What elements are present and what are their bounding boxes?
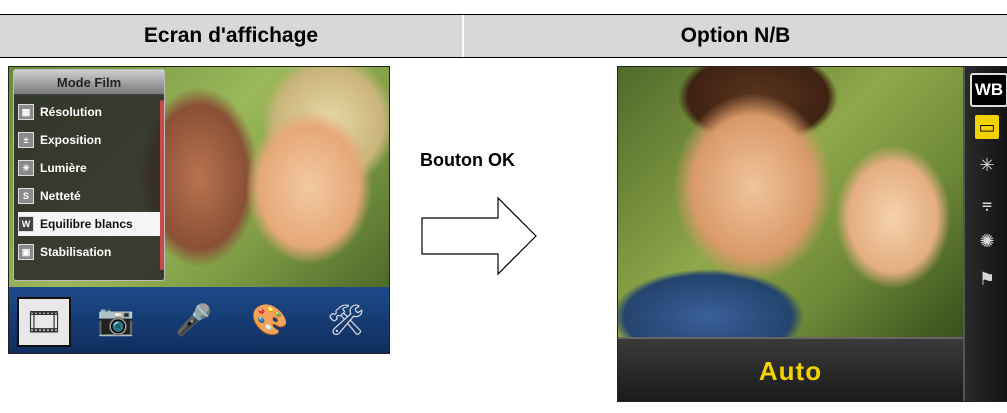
camera-mode-icon[interactable]: 📷 (91, 297, 141, 343)
menu-item-label: Résolution (40, 105, 102, 119)
menu-item-sharpness[interactable]: S Netteté (18, 184, 160, 208)
fluorescent-icon[interactable]: ⩦ (975, 191, 999, 215)
menu-item-label: Stabilisation (40, 245, 112, 259)
sharpness-icon: S (18, 188, 34, 204)
cloudy-icon[interactable]: ⚑ (975, 267, 999, 291)
wb-badge: WB (970, 73, 1007, 107)
menu-item-white-balance[interactable]: W Equilibre blancs (18, 212, 160, 236)
menu-item-label: Netteté (40, 189, 81, 203)
right-arrow-icon (421, 196, 537, 276)
header-right-cell: Option N/B (464, 15, 1007, 57)
auto-wb-icon[interactable]: ▭ (975, 115, 999, 139)
menu-item-label: Lumière (40, 161, 87, 175)
wb-value-bar: Auto (618, 337, 963, 401)
menu-item-stabilization[interactable]: ▣ Stabilisation (18, 240, 160, 264)
wb-option-sidebar: WB ▭ ✳ ⩦ ✺ ⚑ (963, 67, 1007, 401)
menu-item-resolution[interactable]: ▦ Résolution (18, 100, 160, 124)
daylight-icon[interactable]: ✳ (975, 153, 999, 177)
wb-option-screen: Auto WB ▭ ✳ ⩦ ✺ ⚑ (617, 66, 1007, 402)
menu-item-label: Exposition (40, 133, 102, 147)
menu-item-light[interactable]: ☀ Lumière (18, 156, 160, 180)
header-left-title: Ecran d'affichage (143, 24, 319, 47)
menu-scrollbar[interactable] (160, 100, 164, 270)
light-icon: ☀ (18, 160, 34, 176)
white-balance-icon: W (18, 216, 34, 232)
wb-value: Auto (758, 355, 823, 386)
film-mode-icon[interactable]: 🎞 (17, 297, 71, 347)
tungsten-icon[interactable]: ✺ (975, 229, 999, 253)
header-right-title: Option N/B (680, 24, 791, 47)
menu-item-label: Equilibre blancs (40, 217, 133, 231)
header-left-cell: Ecran d'affichage (0, 15, 462, 57)
stabilization-icon: ▣ (18, 244, 34, 260)
voice-mode-icon[interactable]: 🎤 (169, 297, 219, 343)
menu-title: Mode Film (14, 70, 164, 95)
mode-bar: 🎞 📷 🎤 🎨 🛠 (9, 287, 389, 353)
ok-button-label: Bouton OK (420, 150, 515, 170)
preview-photo (618, 67, 963, 337)
menu-item-exposure[interactable]: ± Exposition (18, 128, 160, 152)
header-bottom-rule (0, 57, 1007, 58)
film-mode-menu: Mode Film ▦ Résolution ± Exposition ☀ Lu… (13, 69, 165, 281)
effects-mode-icon[interactable]: 🎨 (245, 297, 295, 343)
settings-mode-icon[interactable]: 🛠 (321, 297, 371, 343)
display-screen: Mode Film ▦ Résolution ± Exposition ☀ Lu… (8, 66, 390, 354)
resolution-icon: ▦ (18, 104, 34, 120)
exposure-icon: ± (18, 132, 34, 148)
